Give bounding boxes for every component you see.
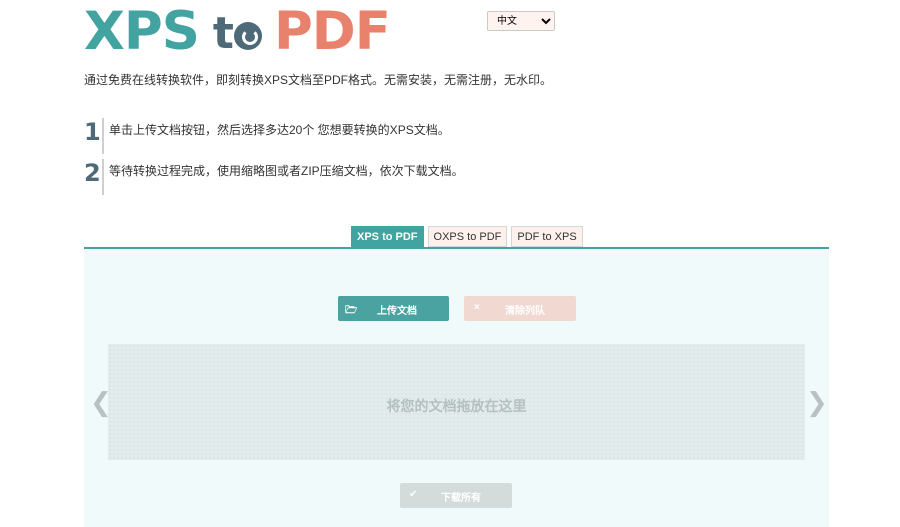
step-text: 单击上传文档按钮，然后选择多达20个 您想要转换的XPS文档。 [109, 123, 450, 137]
step-text: 等待转换过程完成，使用缩略图或者ZIP压缩文档，依次下载文档。 [109, 164, 464, 178]
tab-pdf-to-xps[interactable]: PDF to XPS [511, 226, 583, 247]
converter-tabs: XPS to PDF OXPS to PDF PDF to XPS [351, 226, 583, 248]
step-divider [102, 118, 104, 154]
step-number: 2 [84, 159, 101, 187]
logo-to-text: t [213, 10, 262, 58]
chevron-right-icon[interactable]: ❯ [806, 388, 828, 418]
intro-text: 通过免费在线转换软件，即刻转换XPS文档至PDF格式。无需安装，无需注册，无水印… [84, 73, 553, 87]
clear-queue-button-label: 清除列队 [505, 306, 545, 317]
logo-xps-text: XPS [84, 1, 200, 62]
step-divider [102, 159, 104, 195]
file-dropzone[interactable]: 将您的文档拖放在这里 [108, 344, 805, 460]
site-logo[interactable]: XPS t PDF [84, 1, 391, 62]
logo-to-letter: t [212, 8, 234, 59]
language-select[interactable]: 中文 [487, 11, 555, 31]
upload-button[interactable]: 🗁 上传文档 [338, 296, 449, 321]
dropzone-text: 将您的文档拖放在这里 [386, 398, 527, 414]
tab-xps-to-pdf[interactable]: XPS to PDF [351, 226, 424, 247]
logo-pdf-text: PDF [273, 1, 391, 62]
download-all-button[interactable]: ✔ 下载所有 [400, 483, 512, 508]
tab-oxps-to-pdf[interactable]: OXPS to PDF [427, 226, 508, 247]
upload-button-label: 上传文档 [377, 306, 417, 317]
logo-refresh-icon [233, 22, 262, 50]
clear-queue-button[interactable]: × 清除列队 [464, 296, 576, 321]
download-all-button-label: 下载所有 [441, 493, 481, 504]
step-number: 1 [84, 118, 101, 146]
